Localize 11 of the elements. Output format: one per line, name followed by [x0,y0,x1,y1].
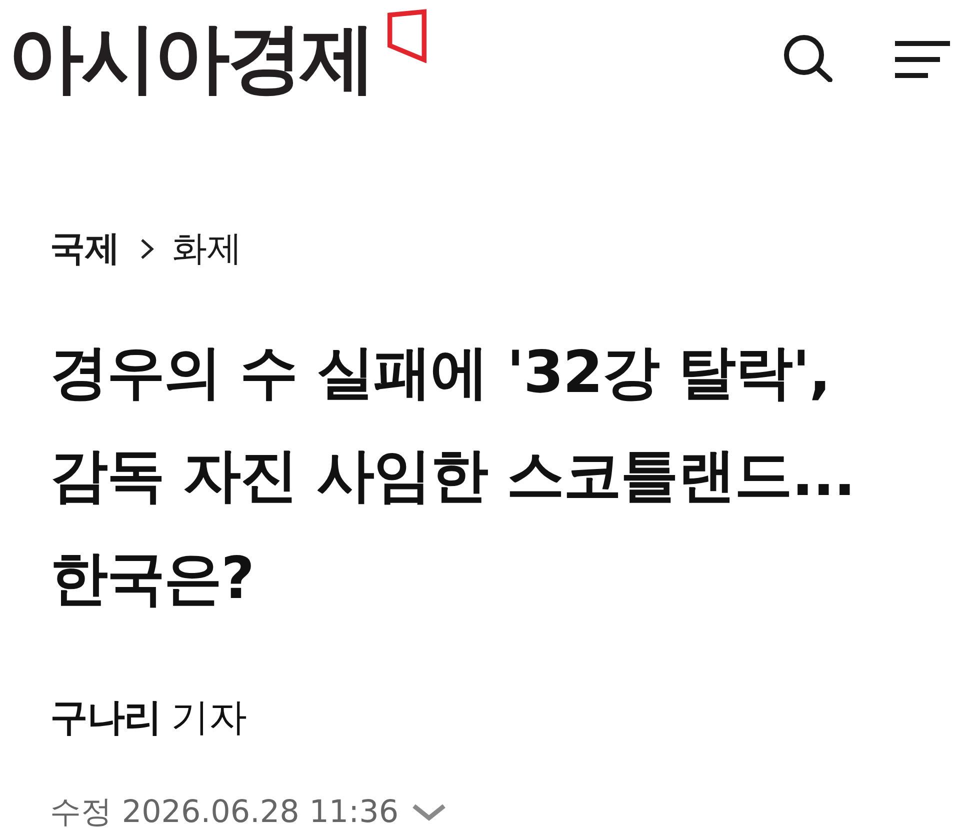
flag-icon [387,9,427,63]
breadcrumb-link[interactable]: 화제 [172,224,242,274]
update-time-toggle[interactable]: 수정 2026.06.28 11:36 [50,790,447,834]
search-icon[interactable] [783,34,833,82]
menu-icon[interactable] [895,41,950,79]
breadcrumb-link[interactable]: 국제 [50,224,120,274]
reporter-name: 구나리 [50,694,161,741]
article-headline: 경우의 수 실패에 '32강 탈락', 감독 자진 사임한 스코틀랜드... 한국은? [50,337,856,614]
site-logo[interactable]: 아시아경제 [8,0,427,96]
chevron-right-icon [140,238,154,260]
reporter-title: 기자 [171,694,247,741]
